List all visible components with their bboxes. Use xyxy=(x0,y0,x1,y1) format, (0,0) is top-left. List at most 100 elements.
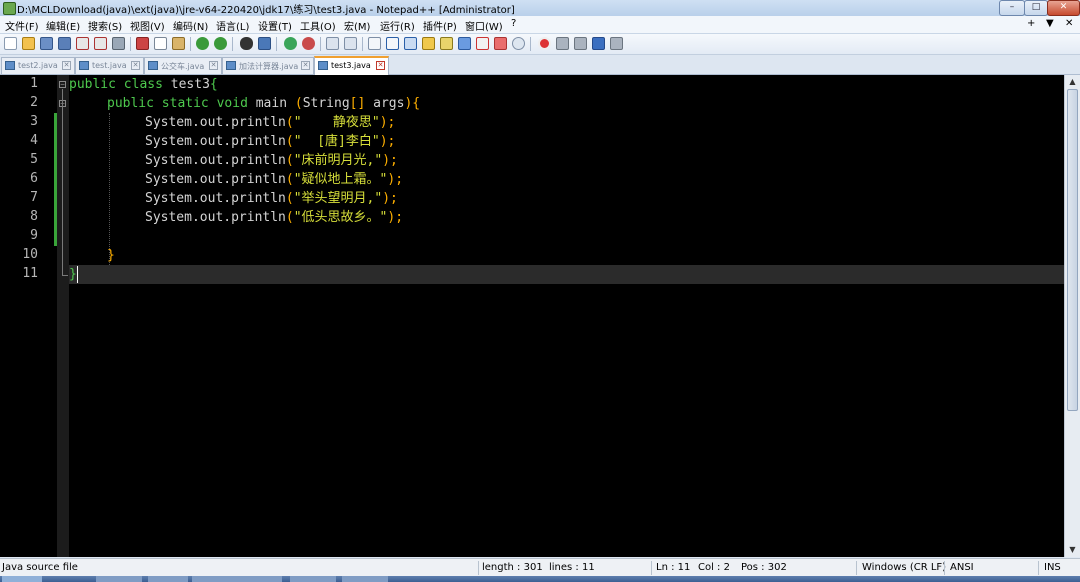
change-history-marker xyxy=(54,113,57,246)
status-eol[interactable]: Windows (CR LF) xyxy=(862,562,946,573)
menu-language[interactable]: 语言(L) xyxy=(216,18,249,33)
status-lines: lines : 11 xyxy=(549,562,595,573)
code-area[interactable]: public class test3{ public static void m… xyxy=(69,75,1064,557)
function-list-icon[interactable] xyxy=(458,37,471,50)
user-lang-icon[interactable] xyxy=(422,37,435,50)
tab-close-icon[interactable]: ✕ xyxy=(301,61,310,70)
save-macro-icon[interactable] xyxy=(610,37,623,50)
open-file-icon[interactable] xyxy=(22,37,35,50)
menu-file[interactable]: 文件(F) xyxy=(5,18,39,33)
tab-test3-java[interactable]: test3.java ✕ xyxy=(314,56,389,75)
java-file-icon xyxy=(226,61,236,70)
code-line-8: System.out.println("低头思故乡。"); xyxy=(145,210,404,225)
fold-toggle-class[interactable]: − xyxy=(59,81,66,88)
redo-icon[interactable] xyxy=(214,37,227,50)
status-separator xyxy=(478,561,479,575)
maximize-button[interactable]: □ xyxy=(1024,0,1048,16)
indent-guide-icon[interactable] xyxy=(404,37,417,50)
taskbar-item[interactable] xyxy=(96,576,142,582)
sync-vertical-icon[interactable] xyxy=(326,37,339,50)
paste-icon[interactable] xyxy=(172,37,185,50)
tab-label: test.java xyxy=(92,61,127,70)
close-icon[interactable] xyxy=(76,37,89,50)
tab-list-dropdown[interactable]: ▼ xyxy=(1046,18,1054,29)
menu-settings[interactable]: 设置(T) xyxy=(258,18,292,33)
status-file-type: Java source file xyxy=(2,562,78,573)
tab-bus-java[interactable]: 公交车.java ✕ xyxy=(144,57,222,74)
tab-label: test2.java xyxy=(18,61,58,70)
status-insert-mode[interactable]: INS xyxy=(1044,562,1061,573)
record-macro-icon[interactable] xyxy=(538,37,551,50)
tab-close-icon[interactable]: ✕ xyxy=(209,61,218,70)
tab-close-icon[interactable]: ✕ xyxy=(131,61,140,70)
menu-macro[interactable]: 宏(M) xyxy=(344,18,370,33)
menu-tools[interactable]: 工具(O) xyxy=(300,18,336,33)
doc-map-icon[interactable] xyxy=(440,37,453,50)
code-line-4: System.out.println(" [唐]李白"); xyxy=(145,134,396,149)
status-separator xyxy=(1038,561,1039,575)
tab-label: 加法计算器.java xyxy=(239,62,299,71)
print-icon[interactable] xyxy=(112,37,125,50)
close-button[interactable]: ✕ xyxy=(1047,0,1080,16)
replace-icon[interactable] xyxy=(258,37,271,50)
tab-close-icon[interactable]: ✕ xyxy=(62,61,71,70)
windows-taskbar xyxy=(0,576,1080,582)
undo-icon[interactable] xyxy=(196,37,209,50)
save-all-icon[interactable] xyxy=(58,37,71,50)
new-tab-control[interactable]: + xyxy=(1027,18,1035,29)
menu-view[interactable]: 视图(V) xyxy=(130,18,165,33)
vertical-scrollbar[interactable]: ▲ ▼ xyxy=(1064,75,1080,557)
status-separator xyxy=(856,561,857,575)
tab-close-icon[interactable]: ✕ xyxy=(376,61,385,70)
zoom-in-icon[interactable] xyxy=(284,37,297,50)
sync-horizontal-icon[interactable] xyxy=(344,37,357,50)
show-all-chars-icon[interactable] xyxy=(386,37,399,50)
code-line-11: } xyxy=(69,267,77,282)
scroll-up-icon[interactable]: ▲ xyxy=(1067,76,1078,88)
zoom-out-icon[interactable] xyxy=(302,37,315,50)
find-icon[interactable] xyxy=(240,37,253,50)
menu-plugins[interactable]: 插件(P) xyxy=(423,18,457,33)
new-file-icon[interactable] xyxy=(4,37,17,50)
line-number: 6 xyxy=(30,171,38,186)
status-separator xyxy=(944,561,945,575)
fold-margin: − − xyxy=(57,75,69,557)
save-icon[interactable] xyxy=(40,37,53,50)
menu-help[interactable]: ? xyxy=(511,18,516,29)
java-file-icon xyxy=(5,61,15,70)
menu-encoding[interactable]: 编码(N) xyxy=(173,18,208,33)
toolbar-separator xyxy=(130,37,131,51)
start-button[interactable] xyxy=(2,576,42,582)
tab-calculator-java[interactable]: 加法计算器.java ✕ xyxy=(222,57,314,74)
status-encoding[interactable]: ANSI xyxy=(950,562,974,573)
taskbar-item[interactable] xyxy=(290,576,336,582)
tab-test2-java[interactable]: test2.java ✕ xyxy=(1,57,75,74)
line-number: 5 xyxy=(30,152,38,167)
tab-bar: test2.java ✕ test.java ✕ 公交车.java ✕ 加法计算… xyxy=(0,55,1080,75)
menu-window[interactable]: 窗口(W) xyxy=(465,18,503,33)
minimize-button[interactable]: – xyxy=(999,0,1025,16)
cut-icon[interactable] xyxy=(136,37,149,50)
menu-run[interactable]: 运行(R) xyxy=(380,18,415,33)
stop-record-icon[interactable] xyxy=(556,37,569,50)
play-macro-icon[interactable] xyxy=(574,37,587,50)
close-doc-control[interactable]: ✕ xyxy=(1065,18,1073,29)
doc-switcher-icon[interactable] xyxy=(512,37,525,50)
tab-test-java[interactable]: test.java ✕ xyxy=(75,57,144,74)
copy-icon[interactable] xyxy=(154,37,167,50)
menu-search[interactable]: 搜索(S) xyxy=(88,18,122,33)
taskbar-item[interactable] xyxy=(342,576,388,582)
code-editor[interactable]: 1 2 3 4 5 6 7 8 9 10 11 − − public class… xyxy=(0,75,1064,557)
word-wrap-icon[interactable] xyxy=(368,37,381,50)
monitoring-icon[interactable] xyxy=(494,37,507,50)
folder-workspace-icon[interactable] xyxy=(476,37,489,50)
menu-edit[interactable]: 编辑(E) xyxy=(46,18,80,33)
taskbar-item[interactable] xyxy=(192,576,282,582)
taskbar-item[interactable] xyxy=(148,576,188,582)
run-macro-multiple-icon[interactable] xyxy=(592,37,605,50)
status-separator xyxy=(651,561,652,575)
line-number: 1 xyxy=(30,76,38,91)
close-all-icon[interactable] xyxy=(94,37,107,50)
scroll-thumb[interactable] xyxy=(1067,89,1078,411)
scroll-down-icon[interactable]: ▼ xyxy=(1067,544,1078,556)
